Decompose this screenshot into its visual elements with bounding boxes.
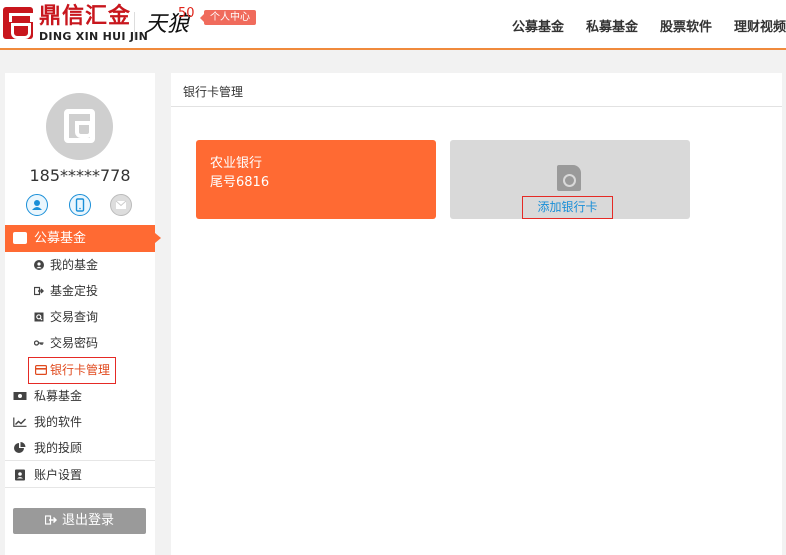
sidebar-divider	[5, 460, 155, 461]
nav-private-fund[interactable]: 私募基金	[586, 16, 638, 35]
sidebar-item-label: 基金定投	[50, 284, 99, 298]
user-phone: 185*****778	[29, 166, 131, 185]
sidebar-divider	[5, 487, 155, 488]
sidebar-item-trade-password[interactable]: 交易密码	[34, 333, 98, 353]
menu-my-software[interactable]: 我的软件	[5, 409, 155, 435]
sidebar: 185*****778 公募基金 我的基金 基金定投 交易查询 交易密码 银行卡…	[5, 73, 161, 555]
logout-button[interactable]: 退出登录	[13, 508, 146, 534]
search-doc-icon	[34, 312, 44, 322]
menu-public-fund[interactable]: 公募基金	[5, 225, 161, 252]
sign-out-icon	[34, 286, 44, 296]
title-divider	[171, 106, 782, 107]
logo-icon	[3, 7, 33, 39]
user-circle-icon	[34, 260, 44, 270]
wallet-icon	[13, 232, 27, 244]
user-center-tag[interactable]: 个人中心	[200, 10, 256, 25]
header-divider	[134, 12, 135, 40]
mobile-phone-icon[interactable]	[69, 194, 91, 216]
menu-public-fund-label: 公募基金	[34, 231, 87, 246]
avatar[interactable]	[46, 93, 113, 160]
menu-private-fund[interactable]: 私募基金	[5, 383, 155, 409]
sign-out-icon	[44, 515, 58, 525]
sidebar-item-trade-query[interactable]: 交易查询	[34, 307, 98, 327]
sidebar-item-label: 交易查询	[50, 310, 99, 324]
menu-account-settings[interactable]: 账户设置	[5, 462, 155, 488]
sidebar-item-bank-card[interactable]: 银行卡管理	[28, 357, 116, 384]
menu-label: 我的投顾	[34, 441, 83, 455]
money-icon	[13, 392, 27, 400]
logout-label: 退出登录	[61, 513, 114, 528]
bank-name: 农业银行	[210, 156, 263, 171]
bank-card[interactable]: 农业银行 尾号6816	[196, 140, 436, 219]
pie-chart-icon	[14, 442, 26, 453]
main-panel: 银行卡管理 农业银行 尾号6816 添加银行卡	[171, 73, 782, 555]
menu-label: 账户设置	[34, 468, 83, 482]
sidebar-item-my-fund[interactable]: 我的基金	[34, 255, 98, 275]
credit-card-icon	[35, 365, 47, 375]
menu-my-advisor[interactable]: 我的投顾	[5, 435, 155, 461]
email-icon[interactable]	[110, 194, 132, 216]
sidebar-item-label: 交易密码	[50, 336, 99, 350]
search-document-icon	[557, 165, 581, 191]
line-chart-icon	[13, 417, 27, 427]
id-card-icon	[15, 469, 25, 481]
card-tail-number: 尾号6816	[210, 175, 270, 190]
avatar-logo-icon	[64, 109, 95, 143]
page-title: 银行卡管理	[183, 85, 244, 99]
sidebar-item-fund-plan[interactable]: 基金定投	[34, 281, 98, 301]
menu-label: 私募基金	[34, 389, 83, 403]
header: 鼎信汇金 DING XIN HUI JIN 天狼 50 个人中心 公募基金 私募…	[0, 0, 786, 50]
menu-label: 我的软件	[34, 415, 83, 429]
nav-public-fund[interactable]: 公募基金	[512, 16, 564, 35]
key-icon	[34, 340, 44, 346]
user-profile-icon[interactable]	[26, 194, 48, 216]
nav-finance-video[interactable]: 理财视频	[734, 16, 786, 35]
sidebar-item-label: 银行卡管理	[50, 363, 111, 377]
sidebar-item-label: 我的基金	[50, 258, 99, 272]
add-bank-card-panel[interactable]: 添加银行卡	[450, 140, 690, 219]
nav-stock-software[interactable]: 股票软件	[660, 16, 712, 35]
logo-text: 鼎信汇金	[39, 4, 132, 29]
add-bank-card-button[interactable]: 添加银行卡	[522, 196, 613, 219]
tianlang-number: 50	[178, 6, 195, 21]
logo-subtext: DING XIN HUI JIN	[39, 30, 149, 43]
